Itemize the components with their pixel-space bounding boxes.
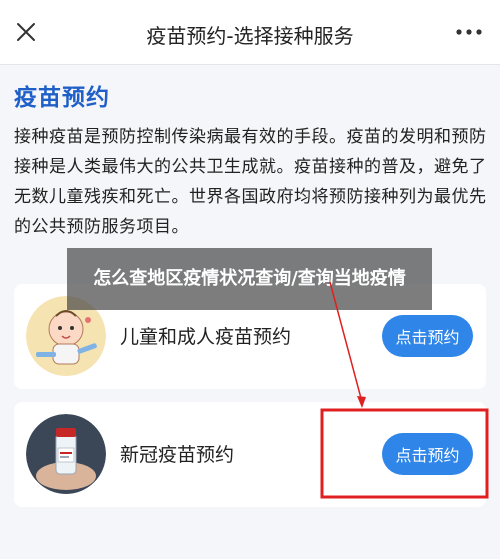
close-button[interactable] — [10, 16, 42, 48]
top-navigation-bar: 疫苗预约-选择接种服务 — [0, 0, 500, 65]
service-label: 儿童和成人疫苗预约 — [120, 326, 292, 348]
close-icon — [17, 23, 35, 41]
section-heading: 疫苗预约 — [14, 85, 110, 111]
more-horizontal-icon — [456, 29, 482, 35]
service-label: 新冠疫苗预约 — [120, 444, 235, 466]
book-child-adult-button[interactable]: 点击预约 — [382, 315, 473, 357]
intro-paragraph: 接种疫苗是预防控制传染病最有效的手段。疫苗的发明和预防接种是人类最伟大的公共卫生… — [14, 127, 487, 237]
service-card-covid[interactable]: 新冠疫苗预约 点击预约 — [14, 402, 486, 507]
vaccine-vial-icon — [26, 414, 106, 494]
more-options-button[interactable] — [452, 18, 486, 46]
page-title: 疫苗预约-选择接种服务 — [146, 24, 354, 48]
book-covid-button[interactable]: 点击预约 — [382, 433, 473, 475]
caption-overlay: 怎么查地区疫情状况查询/查询当地疫情 — [67, 248, 432, 310]
